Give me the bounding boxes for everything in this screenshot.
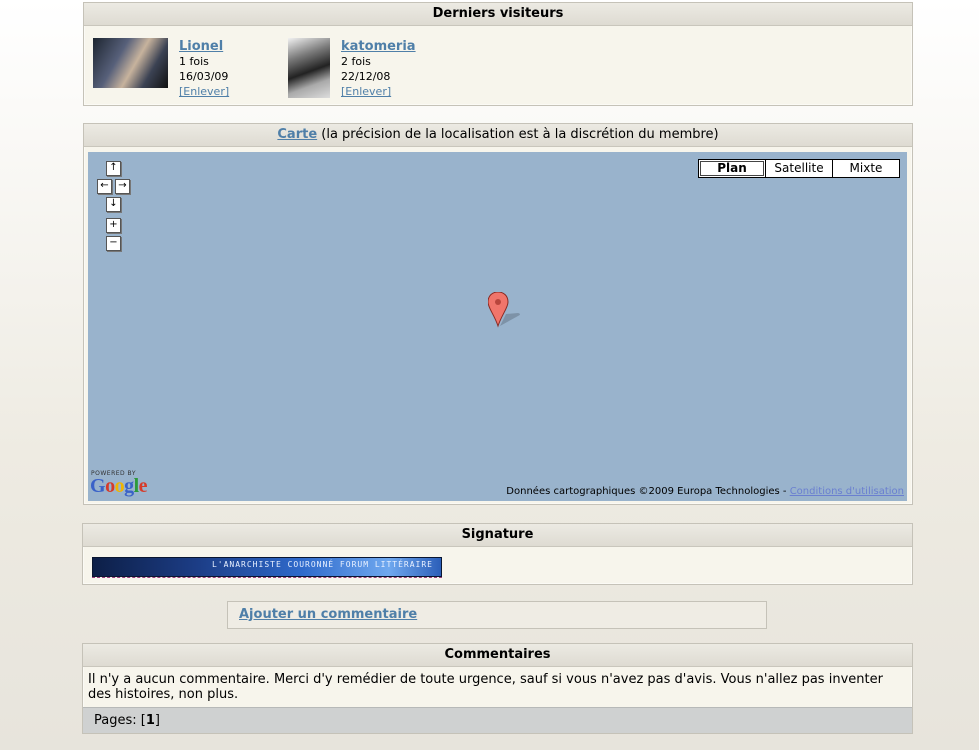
map-link[interactable]: Carte	[277, 127, 317, 142]
pan-right-button[interactable]: →	[115, 179, 130, 194]
visitor-name-link[interactable]: katomeria	[341, 39, 416, 54]
pagination-label: Pages:	[94, 713, 141, 728]
signature-divider	[92, 577, 442, 578]
map-type-mixte-button[interactable]: Mixte	[832, 160, 899, 177]
visitor-avatar[interactable]	[288, 38, 330, 98]
zoom-in-button[interactable]: +	[106, 218, 121, 233]
plus-icon: +	[109, 219, 118, 230]
visitor-avatar[interactable]	[93, 38, 168, 88]
visitor-remove-link[interactable]: [Enlever]	[341, 84, 416, 99]
visitor-visits: 1 fois	[179, 55, 209, 68]
visitor-date: 16/03/09	[179, 70, 229, 83]
pagination-current-page[interactable]: 1	[146, 713, 155, 728]
comments-panel: Commentaires Il n'y a aucun commentaire.…	[82, 643, 913, 734]
pan-down-button[interactable]: ↓	[106, 197, 121, 212]
location-marker-icon[interactable]	[488, 292, 524, 328]
arrow-left-icon: ←	[100, 180, 109, 191]
recent-visitors-panel: Derniers visiteurs Lionel 1 fois 16/03/0…	[83, 2, 913, 106]
signature-title: Signature	[83, 524, 912, 547]
signature-banner-text: L'Anarchiste Couronné Forum Littéraire	[211, 560, 433, 569]
pagination-bar: Pages: [1]	[83, 707, 912, 733]
add-comment-link[interactable]: Ajouter un commentaire	[239, 607, 417, 622]
map-copyright-text: Données cartographiques ©2009 Europa Tec…	[506, 486, 790, 497]
map-panel: Carte (la précision de la localisation e…	[83, 123, 913, 505]
terms-of-use-link[interactable]: Conditions d'utilisation	[790, 486, 904, 497]
map-copyright: Données cartographiques ©2009 Europa Tec…	[506, 486, 904, 497]
visitor-remove-link[interactable]: [Enlever]	[179, 84, 229, 99]
signature-panel: Signature L'Anarchiste Couronné Forum Li…	[82, 523, 913, 585]
minus-icon: −	[109, 237, 118, 248]
visitor-date: 22/12/08	[341, 70, 391, 83]
arrow-right-icon: →	[118, 180, 127, 191]
map-panel-title: Carte (la précision de la localisation e…	[84, 124, 912, 147]
visitor-name-link[interactable]: Lionel	[179, 39, 229, 54]
zoom-out-button[interactable]: −	[106, 236, 121, 251]
map-view[interactable]: ↑ ← → ↓ + − Plan Satellite Mixte POWERED…	[88, 152, 907, 501]
pan-left-button[interactable]: ←	[97, 179, 112, 194]
signature-banner[interactable]: L'Anarchiste Couronné Forum Littéraire	[92, 557, 442, 577]
add-comment-box: Ajouter un commentaire	[227, 601, 767, 629]
comments-title: Commentaires	[83, 644, 912, 667]
map-type-satellite-button[interactable]: Satellite	[765, 160, 832, 177]
arrow-up-icon: ↑	[109, 162, 118, 173]
pan-up-button[interactable]: ↑	[106, 161, 121, 176]
arrow-down-icon: ↓	[109, 198, 118, 209]
google-logo[interactable]: Google	[90, 475, 148, 498]
comments-body: Il n'y a aucun commentaire. Merci d'y re…	[88, 672, 883, 702]
visitor-visits: 2 fois	[341, 55, 371, 68]
map-type-control: Plan Satellite Mixte	[698, 159, 900, 178]
recent-visitors-title: Derniers visiteurs	[84, 3, 912, 26]
map-caption: (la précision de la localisation est à l…	[317, 127, 719, 142]
map-type-plan-button[interactable]: Plan	[699, 160, 765, 177]
